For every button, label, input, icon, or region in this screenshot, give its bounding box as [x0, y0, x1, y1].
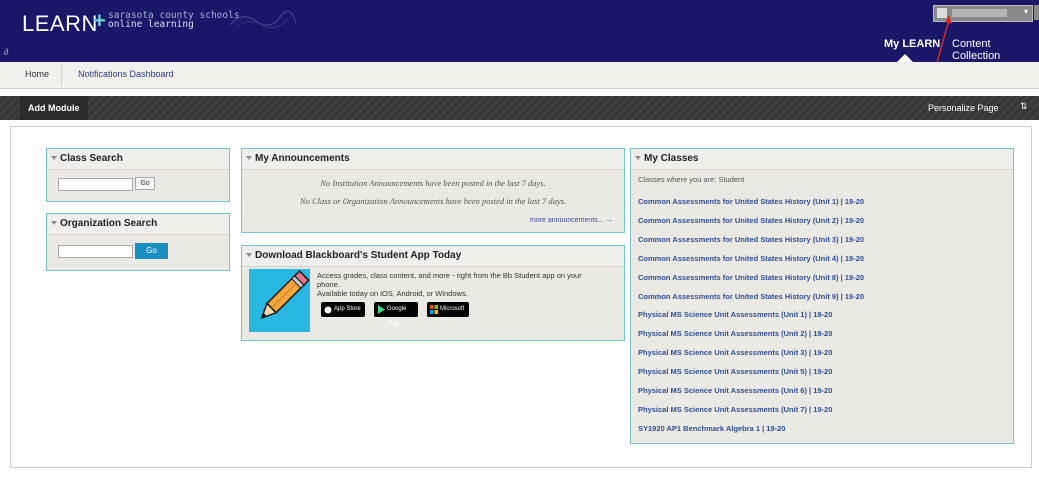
class-link[interactable]: Physical MS Science Unit Assessments (Un… [638, 348, 832, 357]
google-play-icon [378, 305, 385, 314]
app-description-line1: Access grades, class content, and more -… [317, 271, 582, 280]
module-title: My Announcements [255, 153, 350, 164]
class-link[interactable]: Physical MS Science Unit Assessments (Un… [638, 329, 832, 338]
class-link[interactable]: Common Assessments for United States His… [638, 292, 864, 301]
chevron-down-icon: ▾ [1023, 7, 1028, 16]
user-name-redacted [952, 9, 1007, 17]
logo-subtitle: sarasota county schools online learning [108, 11, 240, 30]
announcements-module: My Announcements No Institution Announce… [241, 148, 625, 233]
breadcrumb-home[interactable]: Home [25, 69, 49, 79]
class-search-module: Class Search Go [46, 148, 230, 202]
organization-search-go-button[interactable]: Go [135, 243, 168, 259]
active-tab-pointer [897, 54, 913, 62]
class-search-go-button[interactable]: Go [135, 177, 155, 190]
module-header: My Classes [631, 149, 1013, 170]
breadcrumb-notifications-dashboard[interactable]: Notifications Dashboard [78, 69, 174, 79]
microsoft-badge[interactable]: Microsoft [427, 302, 469, 317]
my-classes-module: My Classes Classes where you are: Studen… [630, 148, 1014, 444]
app-store-badge-label: App Store [334, 306, 361, 312]
module-toolbar: Add Module Personalize Page ⇅ [0, 96, 1039, 120]
class-link[interactable]: Physical MS Science Unit Assessments (Un… [638, 367, 832, 376]
site-header: LEARN + sarasota county schools online l… [0, 0, 1039, 81]
class-link[interactable]: Physical MS Science Unit Assessments (Un… [638, 405, 832, 414]
class-link[interactable]: SY1920 AP1 Benchmark Algebra 1 | 19-20 [638, 424, 785, 433]
classes-role-label: Classes where you are: Student [638, 175, 745, 184]
module-header: Class Search [47, 149, 229, 170]
module-title: Download Blackboard's Student App Today [255, 250, 462, 261]
tab-content-collection[interactable]: Content Collection [952, 38, 1039, 62]
class-search-input[interactable] [58, 178, 133, 191]
link-icon: ∂ [4, 47, 9, 57]
class-link[interactable]: Common Assessments for United States His… [638, 254, 864, 263]
organization-search-input[interactable] [58, 245, 133, 258]
module-title: Organization Search [60, 218, 158, 229]
google-play-badge-label: Google Play [387, 306, 407, 327]
collapse-triangle-icon[interactable] [246, 156, 252, 160]
personalize-page-button[interactable]: Personalize Page [920, 96, 1007, 120]
class-link[interactable]: Common Assessments for United States His… [638, 235, 864, 244]
organization-search-module: Organization Search Go [46, 213, 230, 271]
app-store-badge[interactable]: App Store [321, 302, 365, 317]
pencil-app-icon [249, 269, 310, 332]
class-link[interactable]: Common Assessments for United States His… [638, 216, 864, 225]
microsoft-badge-label: Microsoft [440, 306, 465, 312]
more-announcements-link[interactable]: more announcements... → [530, 217, 613, 224]
module-title: My Classes [644, 153, 699, 164]
apple-icon [324, 306, 332, 314]
breadcrumb-divider [61, 64, 62, 86]
learn-logo[interactable]: LEARN [22, 11, 98, 37]
class-link[interactable]: Common Assessments for United States His… [638, 197, 864, 206]
app-description-line2: phone. [317, 280, 340, 289]
institution-announcements-text: No Institution Announcements have been p… [320, 178, 546, 188]
class-link[interactable]: Physical MS Science Unit Assessments (Un… [638, 310, 832, 319]
collapse-triangle-icon[interactable] [246, 253, 252, 257]
collapse-triangle-icon[interactable] [51, 156, 57, 160]
google-play-badge[interactable]: Google Play [374, 302, 418, 327]
class-link[interactable]: Physical MS Science Unit Assessments (Un… [638, 386, 832, 395]
module-header: My Announcements [242, 149, 624, 170]
module-header: Organization Search [47, 214, 229, 235]
module-header: Download Blackboard's Student App Today [242, 246, 624, 267]
microsoft-icon [430, 305, 438, 314]
add-module-button[interactable]: Add Module [20, 96, 88, 120]
class-link[interactable]: Common Assessments for United States His… [638, 273, 864, 282]
student-app-module: Download Blackboard's Student App Today … [241, 245, 625, 341]
logo-subtitle-line2: online learning [108, 19, 194, 30]
user-menu-edge[interactable] [1034, 5, 1039, 20]
decorative-swirl-icon [229, 10, 297, 29]
module-title: Class Search [60, 153, 123, 164]
collapse-triangle-icon[interactable] [51, 221, 57, 225]
collapse-triangle-icon[interactable] [635, 156, 641, 160]
breadcrumb: Home Notifications Dashboard [0, 62, 1039, 89]
logo-plus-icon: + [93, 8, 106, 33]
class-announcements-text: No Class or Organization Announcements h… [299, 196, 567, 206]
reorder-icon[interactable]: ⇅ [1020, 101, 1028, 112]
app-availability-text: Available today on iOS, Android, or Wind… [317, 289, 468, 298]
